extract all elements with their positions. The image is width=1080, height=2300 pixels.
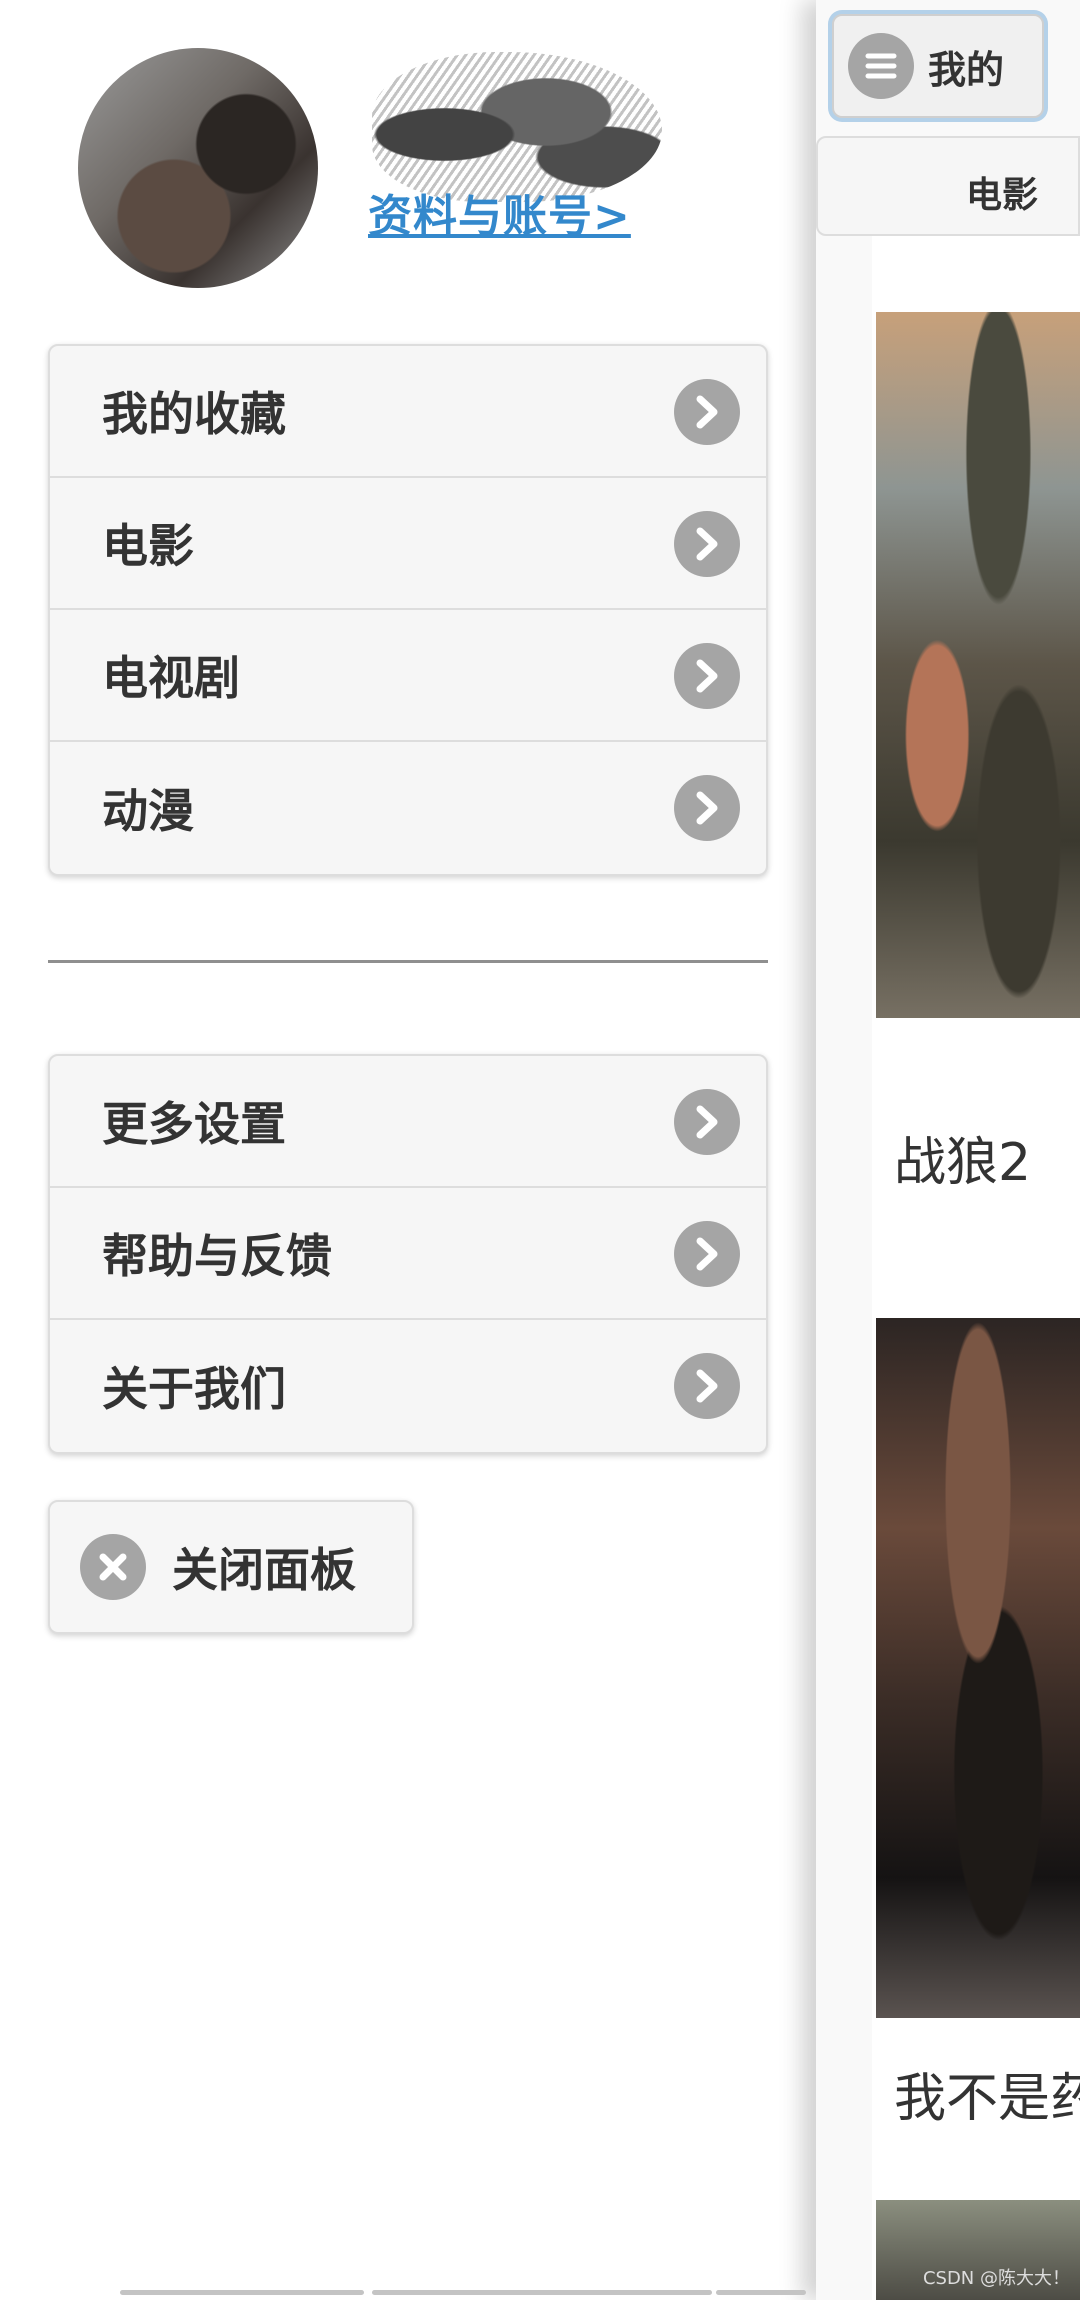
list-item-more-settings[interactable]: 更多设置	[50, 1056, 766, 1188]
settings-list: 更多设置 帮助与反馈 关于我们	[48, 1054, 768, 1454]
list-item-label: 电视剧	[102, 651, 240, 705]
nav-gesture-bar	[120, 2290, 364, 2295]
menu-icon	[848, 33, 914, 99]
movie-poster[interactable]	[876, 312, 1080, 1018]
list-item-label: 关于我们	[102, 1362, 286, 1416]
list-item-label: 更多设置	[102, 1097, 286, 1151]
chevron-right-icon	[674, 1089, 740, 1155]
chevron-right-icon	[674, 379, 740, 445]
list-item-anime[interactable]: 动漫	[50, 742, 766, 874]
list-item-label: 我的收藏	[102, 387, 286, 441]
section-divider	[48, 960, 768, 963]
open-menu-button[interactable]: 我的	[832, 14, 1044, 118]
tab-movies[interactable]: 电影	[966, 166, 1038, 218]
movie-title[interactable]: 我不是药	[894, 2056, 1080, 2131]
list-item-label: 动漫	[102, 784, 194, 838]
avatar[interactable]	[78, 48, 318, 288]
close-icon	[80, 1534, 146, 1600]
chevron-right-icon	[674, 643, 740, 709]
close-panel-button[interactable]: 关闭面板	[48, 1500, 414, 1634]
app-screen: 资料与账号> 我的收藏 电影 电视剧 动漫 更多设置 帮助与反馈 关于我们 关闭…	[0, 0, 1080, 2300]
watermark: CSDN @陈大大！	[922, 2268, 1070, 2289]
chevron-right-icon	[674, 1221, 740, 1287]
list-item-help-feedback[interactable]: 帮助与反馈	[50, 1188, 766, 1320]
list-item-about-us[interactable]: 关于我们	[50, 1320, 766, 1452]
tab-bar: 电影	[816, 136, 1080, 236]
list-item-tv-series[interactable]: 电视剧	[50, 610, 766, 742]
movie-poster[interactable]	[876, 1318, 1080, 2018]
close-panel-label: 关闭面板	[172, 1543, 356, 1597]
chevron-right-icon	[674, 1353, 740, 1419]
nav-gesture-bar	[372, 2290, 712, 2295]
list-item-label: 帮助与反馈	[102, 1229, 332, 1283]
chevron-right-icon	[674, 775, 740, 841]
movie-title[interactable]: 战狼2	[894, 1120, 1031, 1195]
category-list: 我的收藏 电影 电视剧 动漫	[48, 344, 768, 876]
menu-button-label: 我的	[928, 47, 1005, 92]
list-item-movies[interactable]: 电影	[50, 478, 766, 610]
main-page: 我的 电影 战狼2 我不是药 CSDN @陈大大！	[816, 0, 1080, 2300]
side-panel: 资料与账号> 我的收藏 电影 电视剧 动漫 更多设置 帮助与反馈 关于我们 关闭…	[0, 0, 816, 2300]
list-item-favorites[interactable]: 我的收藏	[50, 346, 766, 478]
nav-gesture-bar	[716, 2290, 806, 2295]
list-item-label: 电影	[102, 519, 194, 573]
profile-account-link[interactable]: 资料与账号>	[368, 180, 631, 244]
chevron-right-icon	[674, 511, 740, 577]
